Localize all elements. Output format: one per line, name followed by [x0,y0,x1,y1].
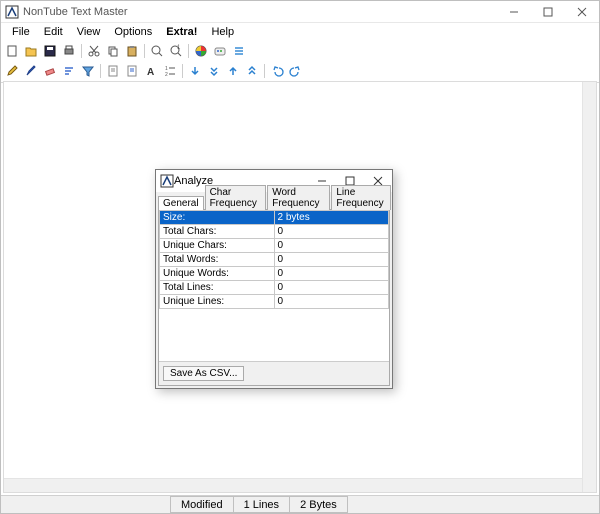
palette-icon[interactable] [211,42,229,60]
row-value: 0 [274,295,389,309]
table-row[interactable]: Unique Chars: 0 [160,239,389,253]
dialog-bottom-bar: Save As CSV... [159,361,389,385]
cut-icon[interactable] [85,42,103,60]
table-row[interactable]: Unique Words: 0 [160,267,389,281]
toolbar-row-1: 1 [1,41,599,61]
row-value: 0 [274,281,389,295]
tab-general[interactable]: General [158,196,204,210]
edit-icon[interactable] [3,62,21,80]
undo-plus-icon[interactable] [268,62,286,80]
toolbar-divider [100,64,101,78]
color-wheel-icon[interactable] [192,42,210,60]
row-value: 0 [274,267,389,281]
menu-view[interactable]: View [70,25,108,39]
row-value: 2 bytes [274,211,389,225]
horizontal-scrollbar[interactable] [4,478,582,492]
analyze-dialog: Analyze General Char Frequency Word Freq… [155,169,393,389]
status-spacer [1,496,171,513]
brush-icon[interactable] [22,62,40,80]
row-value: 0 [274,253,389,267]
paste-icon[interactable] [123,42,141,60]
app-title: NonTube Text Master [23,6,497,18]
maximize-button[interactable] [531,1,565,23]
row-label: Unique Words: [160,267,275,281]
open-folder-icon[interactable] [22,42,40,60]
menu-file[interactable]: File [5,25,37,39]
dialog-icon [160,174,174,188]
toolbar-area: 1 A 12 [1,41,599,83]
menu-help[interactable]: Help [204,25,241,39]
menu-extra[interactable]: Extra! [159,25,204,39]
window-controls [497,1,599,23]
dialog-tabstrip: General Char Frequency Word Frequency Li… [156,192,392,209]
analyze-grid[interactable]: Size: 2 bytes Total Chars: 0 Unique Char… [159,210,389,361]
tab-word-frequency[interactable]: Word Frequency [267,185,330,210]
copy-icon[interactable] [104,42,122,60]
toolbar-divider [81,44,82,58]
numbered-list-icon[interactable]: 12 [161,62,179,80]
print-icon[interactable] [60,42,78,60]
row-value: 0 [274,239,389,253]
minimize-button[interactable] [497,1,531,23]
row-label: Unique Chars: [160,239,275,253]
save-as-csv-button[interactable]: Save As CSV... [163,366,244,381]
svg-text:A: A [147,67,154,78]
close-button[interactable] [565,1,599,23]
new-file-icon[interactable] [3,42,21,60]
table-row[interactable]: Total Words: 0 [160,253,389,267]
funnel-icon[interactable] [79,62,97,80]
tab-char-frequency[interactable]: Char Frequency [205,185,267,210]
row-label: Total Chars: [160,225,275,239]
table-row[interactable]: Unique Lines: 0 [160,295,389,309]
save-icon[interactable] [41,42,59,60]
table-row[interactable]: Total Chars: 0 [160,225,389,239]
toolbar-row-2: A 12 [1,61,599,81]
svg-text:1: 1 [177,45,181,51]
arrow-down-icon[interactable] [186,62,204,80]
arrow-up-icon[interactable] [224,62,242,80]
stack-icon[interactable] [230,42,248,60]
vertical-scrollbar[interactable] [582,82,596,492]
toolbar-divider [182,64,183,78]
toolbar-divider [188,44,189,58]
menubar: File Edit View Options Extra! Help [1,23,599,41]
double-arrow-up-icon[interactable] [243,62,261,80]
doc-b-icon[interactable] [123,62,141,80]
status-modified: Modified [170,496,234,513]
menu-edit[interactable]: Edit [37,25,70,39]
status-lines: 1 Lines [233,496,290,513]
analyze-table: Size: 2 bytes Total Chars: 0 Unique Char… [159,210,389,309]
dialog-tabpage: Size: 2 bytes Total Chars: 0 Unique Char… [158,209,390,386]
row-value: 0 [274,225,389,239]
redo-plus-icon[interactable] [287,62,305,80]
row-label: Total Lines: [160,281,275,295]
main-titlebar: NonTube Text Master [1,1,599,23]
zoom-in-icon[interactable] [148,42,166,60]
sort-icon[interactable] [60,62,78,80]
row-label: Total Words: [160,253,275,267]
status-bytes: 2 Bytes [289,496,348,513]
row-label: Unique Lines: [160,295,275,309]
doc-a-icon[interactable] [104,62,122,80]
row-label: Size: [160,211,275,225]
zoom-reset-icon[interactable]: 1 [167,42,185,60]
toolbar-divider [144,44,145,58]
status-bar: Modified 1 Lines 2 Bytes [1,495,599,513]
svg-text:2: 2 [165,72,168,78]
menu-options[interactable]: Options [107,25,159,39]
table-row[interactable]: Size: 2 bytes [160,211,389,225]
text-a-icon[interactable]: A [142,62,160,80]
table-row[interactable]: Total Lines: 0 [160,281,389,295]
double-arrow-down-icon[interactable] [205,62,223,80]
app-icon [5,5,19,19]
eraser-icon[interactable] [41,62,59,80]
toolbar-divider [264,64,265,78]
tab-line-frequency[interactable]: Line Frequency [331,185,391,210]
